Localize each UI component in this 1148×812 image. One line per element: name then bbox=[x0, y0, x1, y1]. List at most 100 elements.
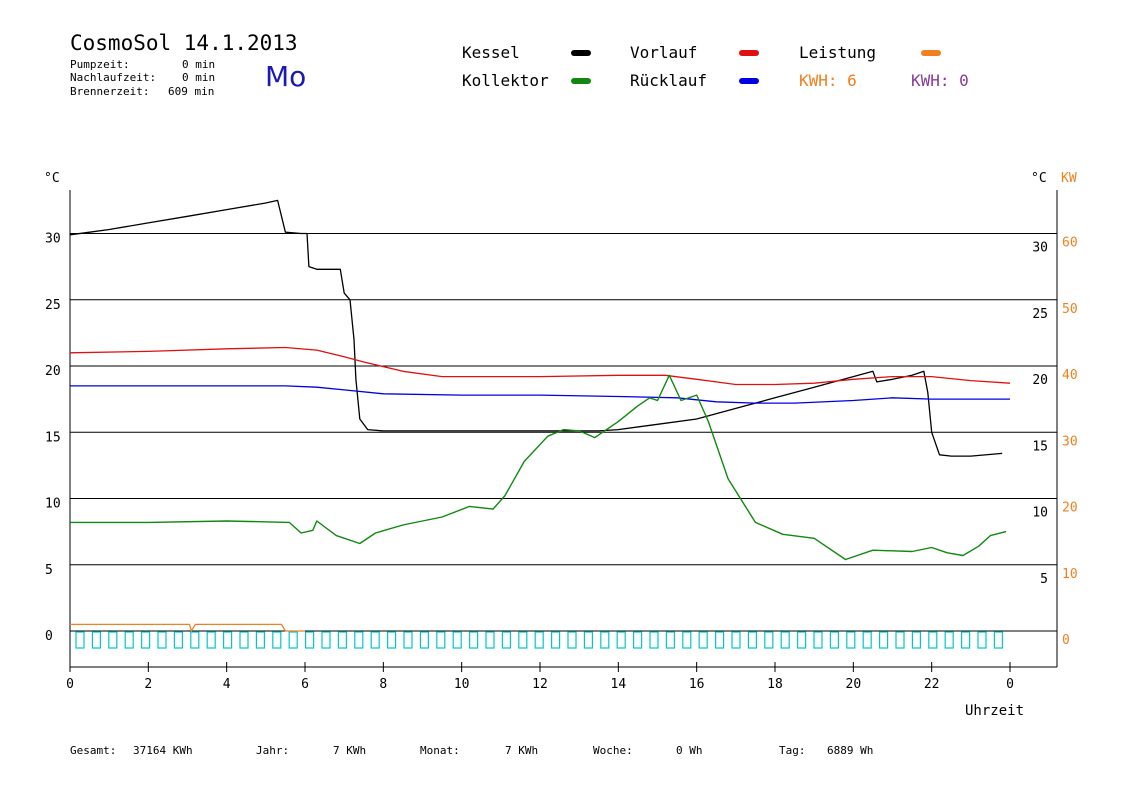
x-tick-label: 16 bbox=[689, 677, 705, 692]
x-tick-label: 6 bbox=[301, 677, 309, 692]
pump-indicator bbox=[321, 631, 331, 649]
x-tick-label: 12 bbox=[532, 677, 548, 692]
pump-indicator bbox=[436, 631, 446, 649]
pump-indicator bbox=[518, 631, 528, 649]
pump-indicator bbox=[108, 631, 118, 649]
pump-indicator bbox=[550, 631, 561, 649]
pump-indicator bbox=[173, 631, 183, 649]
pump-indicator bbox=[157, 631, 167, 649]
y-tick-label-power: 0 bbox=[1062, 633, 1070, 648]
pump-indicator bbox=[354, 631, 364, 649]
pump-indicator bbox=[878, 631, 889, 649]
pump-indicator bbox=[682, 631, 692, 649]
footer-tag-value: 6889 Wh bbox=[827, 744, 874, 757]
pump-indicator bbox=[223, 631, 233, 649]
y-tick-label-right: 30 bbox=[1032, 241, 1048, 256]
pump-indicator bbox=[796, 631, 807, 649]
pump-indicator bbox=[124, 631, 134, 649]
pump-indicator bbox=[813, 631, 823, 649]
pump-indicator bbox=[928, 631, 938, 649]
footer-gesamt-value: 37164 KWh bbox=[133, 744, 193, 757]
pump-indicator bbox=[272, 631, 282, 649]
footer-monat-label: Monat: bbox=[420, 744, 460, 757]
pump-indicator bbox=[911, 631, 922, 649]
pump-indicator bbox=[370, 631, 380, 649]
pump-indicator bbox=[387, 631, 397, 649]
y-tick-label-power: 10 bbox=[1062, 567, 1078, 582]
pump-indicator bbox=[780, 631, 790, 649]
pump-indicator bbox=[747, 631, 758, 649]
y-tick-label-left: 5 bbox=[45, 563, 53, 578]
pump-indicator bbox=[632, 631, 643, 649]
x-axis-label: Uhrzeit bbox=[965, 703, 1024, 719]
y-tick-label-right: 15 bbox=[1032, 439, 1048, 454]
x-tick-label: 0 bbox=[66, 677, 74, 692]
x-tick-label: 4 bbox=[223, 677, 231, 692]
pump-indicator bbox=[698, 631, 708, 649]
pump-indicator bbox=[141, 631, 151, 649]
footer-monat-value: 7 KWh bbox=[505, 744, 539, 757]
temperature-chart: 0 2 4 6 8 10 12 14 16 18 20 22 0 Uhrzeit 0 5 10 15 20 25 30 5… bbox=[44, 171, 1078, 719]
pump-indicator bbox=[419, 631, 429, 649]
y-unit-right: °C bbox=[1031, 171, 1047, 186]
x-tick-label: 20 bbox=[846, 677, 862, 692]
pump-indicator bbox=[485, 631, 495, 649]
pump-indicator bbox=[731, 631, 741, 649]
pump-indicator bbox=[452, 631, 462, 649]
y-tick-label-power: 40 bbox=[1062, 368, 1078, 383]
y-unit-power: KW bbox=[1061, 171, 1077, 186]
pump-indicator bbox=[829, 631, 840, 649]
series-kollektor-line bbox=[70, 374, 1007, 561]
x-tick-label: 14 bbox=[611, 677, 627, 692]
x-tick-label: 8 bbox=[379, 677, 387, 692]
y-tick-label-right: 10 bbox=[1032, 506, 1048, 521]
pump-indicator bbox=[239, 631, 249, 649]
footer-woche-label: Woche: bbox=[593, 744, 633, 757]
footer-gesamt-label: Gesamt: bbox=[70, 744, 117, 757]
y-tick-label-left: 30 bbox=[45, 232, 61, 247]
pump-indicator bbox=[993, 631, 1004, 649]
y-tick-label-left: 25 bbox=[45, 298, 61, 313]
footer-jahr-value: 7 KWh bbox=[333, 744, 367, 757]
y-tick-label-left: 0 bbox=[45, 629, 53, 644]
pump-indicator bbox=[337, 631, 347, 649]
x-tick-label: 22 bbox=[924, 677, 940, 692]
pump-indicator bbox=[305, 631, 315, 649]
y-tick-label-left: 20 bbox=[45, 364, 61, 379]
pump-indicator bbox=[764, 631, 774, 649]
footer-woche-value: 0 Wh bbox=[676, 744, 703, 757]
pump-indicator bbox=[501, 631, 511, 649]
series-ruecklauf-line bbox=[70, 385, 1010, 404]
pump-indicator bbox=[862, 631, 872, 649]
pump-indicator bbox=[600, 631, 610, 649]
pump-indicator bbox=[206, 631, 216, 649]
y-tick-label-left: 10 bbox=[45, 497, 61, 512]
pump-indicator bbox=[960, 631, 971, 649]
y-tick-label-right: 5 bbox=[1040, 572, 1048, 587]
x-tick-label: 10 bbox=[454, 677, 470, 692]
pump-indicator bbox=[665, 631, 676, 649]
pump-indicator bbox=[469, 631, 479, 649]
pump-indicator bbox=[567, 631, 577, 649]
footer-tag-label: Tag: bbox=[779, 744, 806, 757]
y-tick-label-power: 50 bbox=[1062, 302, 1078, 317]
footer-jahr-label: Jahr: bbox=[256, 744, 290, 757]
pump-indicator bbox=[583, 631, 594, 649]
series-kessel-line bbox=[69, 199, 1003, 457]
pump-indicator bbox=[403, 631, 413, 649]
x-tick-label: 0 bbox=[1006, 677, 1014, 692]
y-tick-label-right: 20 bbox=[1032, 373, 1048, 388]
pump-indicator bbox=[714, 631, 725, 649]
pump-indicator bbox=[895, 631, 905, 649]
pump-indicator bbox=[190, 631, 200, 649]
pump-indicator bbox=[977, 631, 987, 649]
pump-indicator bbox=[75, 631, 85, 649]
y-tick-label-power: 30 bbox=[1062, 434, 1078, 449]
pump-indicator bbox=[649, 631, 659, 649]
y-tick-label-right: 25 bbox=[1032, 307, 1048, 322]
y-unit-left: °C bbox=[44, 171, 60, 186]
y-tick-label-power: 20 bbox=[1062, 501, 1078, 516]
pump-indicator bbox=[91, 631, 102, 649]
pump-indicator bbox=[534, 631, 544, 649]
y-tick-label-left: 15 bbox=[45, 430, 61, 445]
